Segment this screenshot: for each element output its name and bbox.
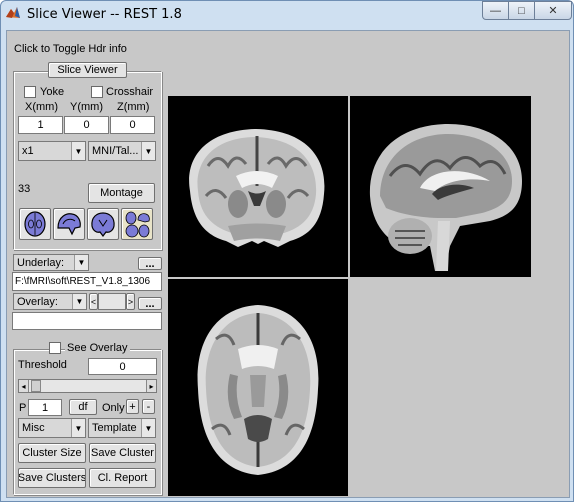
header-toggle-text[interactable]: Click to Toggle Hdr info: [14, 43, 127, 55]
app-window: Slice Viewer -- REST 1.8 — □ ✕ Click to …: [0, 0, 574, 502]
see-overlay-label: See Overlay: [65, 342, 130, 354]
template-select[interactable]: Template ▼: [88, 418, 156, 438]
underlay-browse-button[interactable]: ...: [138, 257, 162, 270]
overlay-prev-button[interactable]: <: [89, 293, 98, 310]
crosshair-label: Crosshair: [106, 86, 154, 98]
threshold-label: Threshold: [18, 359, 67, 371]
chevron-down-icon: ▼: [141, 419, 155, 437]
maximize-button[interactable]: □: [508, 1, 535, 20]
window-title: Slice Viewer -- REST 1.8: [27, 7, 182, 22]
space-select-value: MNI/Tal...: [92, 145, 139, 157]
x-coordinate-input[interactable]: 1: [18, 116, 63, 134]
coronal-view-icon: [91, 212, 115, 237]
yoke-checkbox[interactable]: [24, 86, 36, 98]
chevron-down-icon: ▼: [74, 255, 88, 270]
underlay-label: Underlay:: [17, 256, 65, 269]
coronal-slice-view[interactable]: [168, 96, 348, 277]
slider-left-arrow[interactable]: ◂: [19, 380, 29, 392]
chevron-down-icon: ▼: [71, 142, 85, 160]
overlay-select[interactable]: Overlay: ▼: [13, 293, 87, 310]
minimize-button[interactable]: —: [482, 1, 509, 20]
space-select[interactable]: MNI/Tal... ▼: [88, 141, 156, 161]
slice-number: 33: [18, 183, 31, 195]
slice-viewer-title-button[interactable]: Slice Viewer: [48, 62, 127, 78]
slider-right-arrow[interactable]: ▸: [146, 380, 156, 392]
close-button[interactable]: ✕: [534, 1, 572, 20]
underlay-path-field[interactable]: F:\fMRI\soft\REST_V1.8_1306: [12, 272, 162, 291]
y-mm-label: Y(mm): [70, 101, 103, 113]
save-clusters-button[interactable]: Save Clusters: [18, 468, 86, 488]
save-cluster-button[interactable]: Save Cluster: [89, 443, 156, 463]
axial-brain-image: [197, 305, 319, 475]
sagittal-view-button[interactable]: [53, 208, 85, 240]
chevron-down-icon: ▼: [72, 294, 86, 309]
y-coordinate-input[interactable]: 0: [64, 116, 109, 134]
figure-client-area: Click to Toggle Hdr info Slice Viewer Yo…: [6, 30, 570, 498]
underlay-select[interactable]: Underlay: ▼: [13, 254, 89, 271]
overlay-index-field[interactable]: [98, 293, 126, 310]
coronal-brain-image: [189, 129, 325, 247]
misc-select[interactable]: Misc ▼: [18, 418, 86, 438]
coronal-view-button[interactable]: [87, 208, 119, 240]
zoom-select-value: x1: [22, 145, 34, 157]
chevron-down-icon: ▼: [141, 142, 155, 160]
x-mm-label: X(mm): [25, 101, 58, 113]
p-value-input[interactable]: 1: [28, 399, 62, 416]
cluster-report-button[interactable]: Cl. Report: [89, 468, 156, 488]
slider-thumb[interactable]: [31, 380, 41, 392]
template-select-value: Template: [92, 422, 137, 434]
misc-select-value: Misc: [22, 422, 45, 434]
threshold-input[interactable]: 0: [88, 358, 157, 375]
close-icon: ✕: [548, 5, 558, 17]
cluster-size-button[interactable]: Cluster Size: [18, 443, 86, 463]
minimize-icon: —: [490, 4, 501, 17]
only-minus-button[interactable]: -: [142, 399, 155, 414]
only-plus-button[interactable]: +: [126, 399, 139, 414]
multi-view-button[interactable]: [121, 208, 153, 240]
montage-button[interactable]: Montage: [88, 183, 155, 203]
z-coordinate-input[interactable]: 0: [110, 116, 155, 134]
axial-slice-view[interactable]: [168, 279, 348, 496]
axial-view-button[interactable]: [19, 208, 51, 240]
title-bar[interactable]: Slice Viewer -- REST 1.8 — □ ✕: [1, 1, 573, 29]
only-label: Only: [102, 402, 125, 414]
yoke-label: Yoke: [40, 86, 65, 98]
multi-view-icon: [125, 211, 150, 238]
sagittal-view-icon: [57, 213, 81, 236]
overlay-label: Overlay:: [17, 295, 58, 308]
df-button[interactable]: df: [69, 399, 97, 415]
axial-view-icon: [24, 211, 46, 237]
z-mm-label: Z(mm): [117, 101, 150, 113]
overlay-next-button[interactable]: >: [126, 293, 135, 310]
sagittal-brain-image: [369, 123, 522, 271]
matlab-icon: [6, 7, 20, 18]
zoom-select[interactable]: x1 ▼: [18, 141, 86, 161]
sagittal-slice-view[interactable]: [350, 96, 531, 277]
threshold-slider[interactable]: ◂ ▸: [18, 379, 157, 393]
overlay-path-field[interactable]: [12, 312, 162, 330]
overlay-browse-button[interactable]: ...: [138, 297, 162, 310]
p-label: P: [19, 402, 27, 414]
chevron-down-icon: ▼: [71, 419, 85, 437]
maximize-icon: □: [518, 4, 525, 17]
see-overlay-checkbox[interactable]: [49, 342, 61, 354]
crosshair-checkbox[interactable]: [91, 86, 103, 98]
